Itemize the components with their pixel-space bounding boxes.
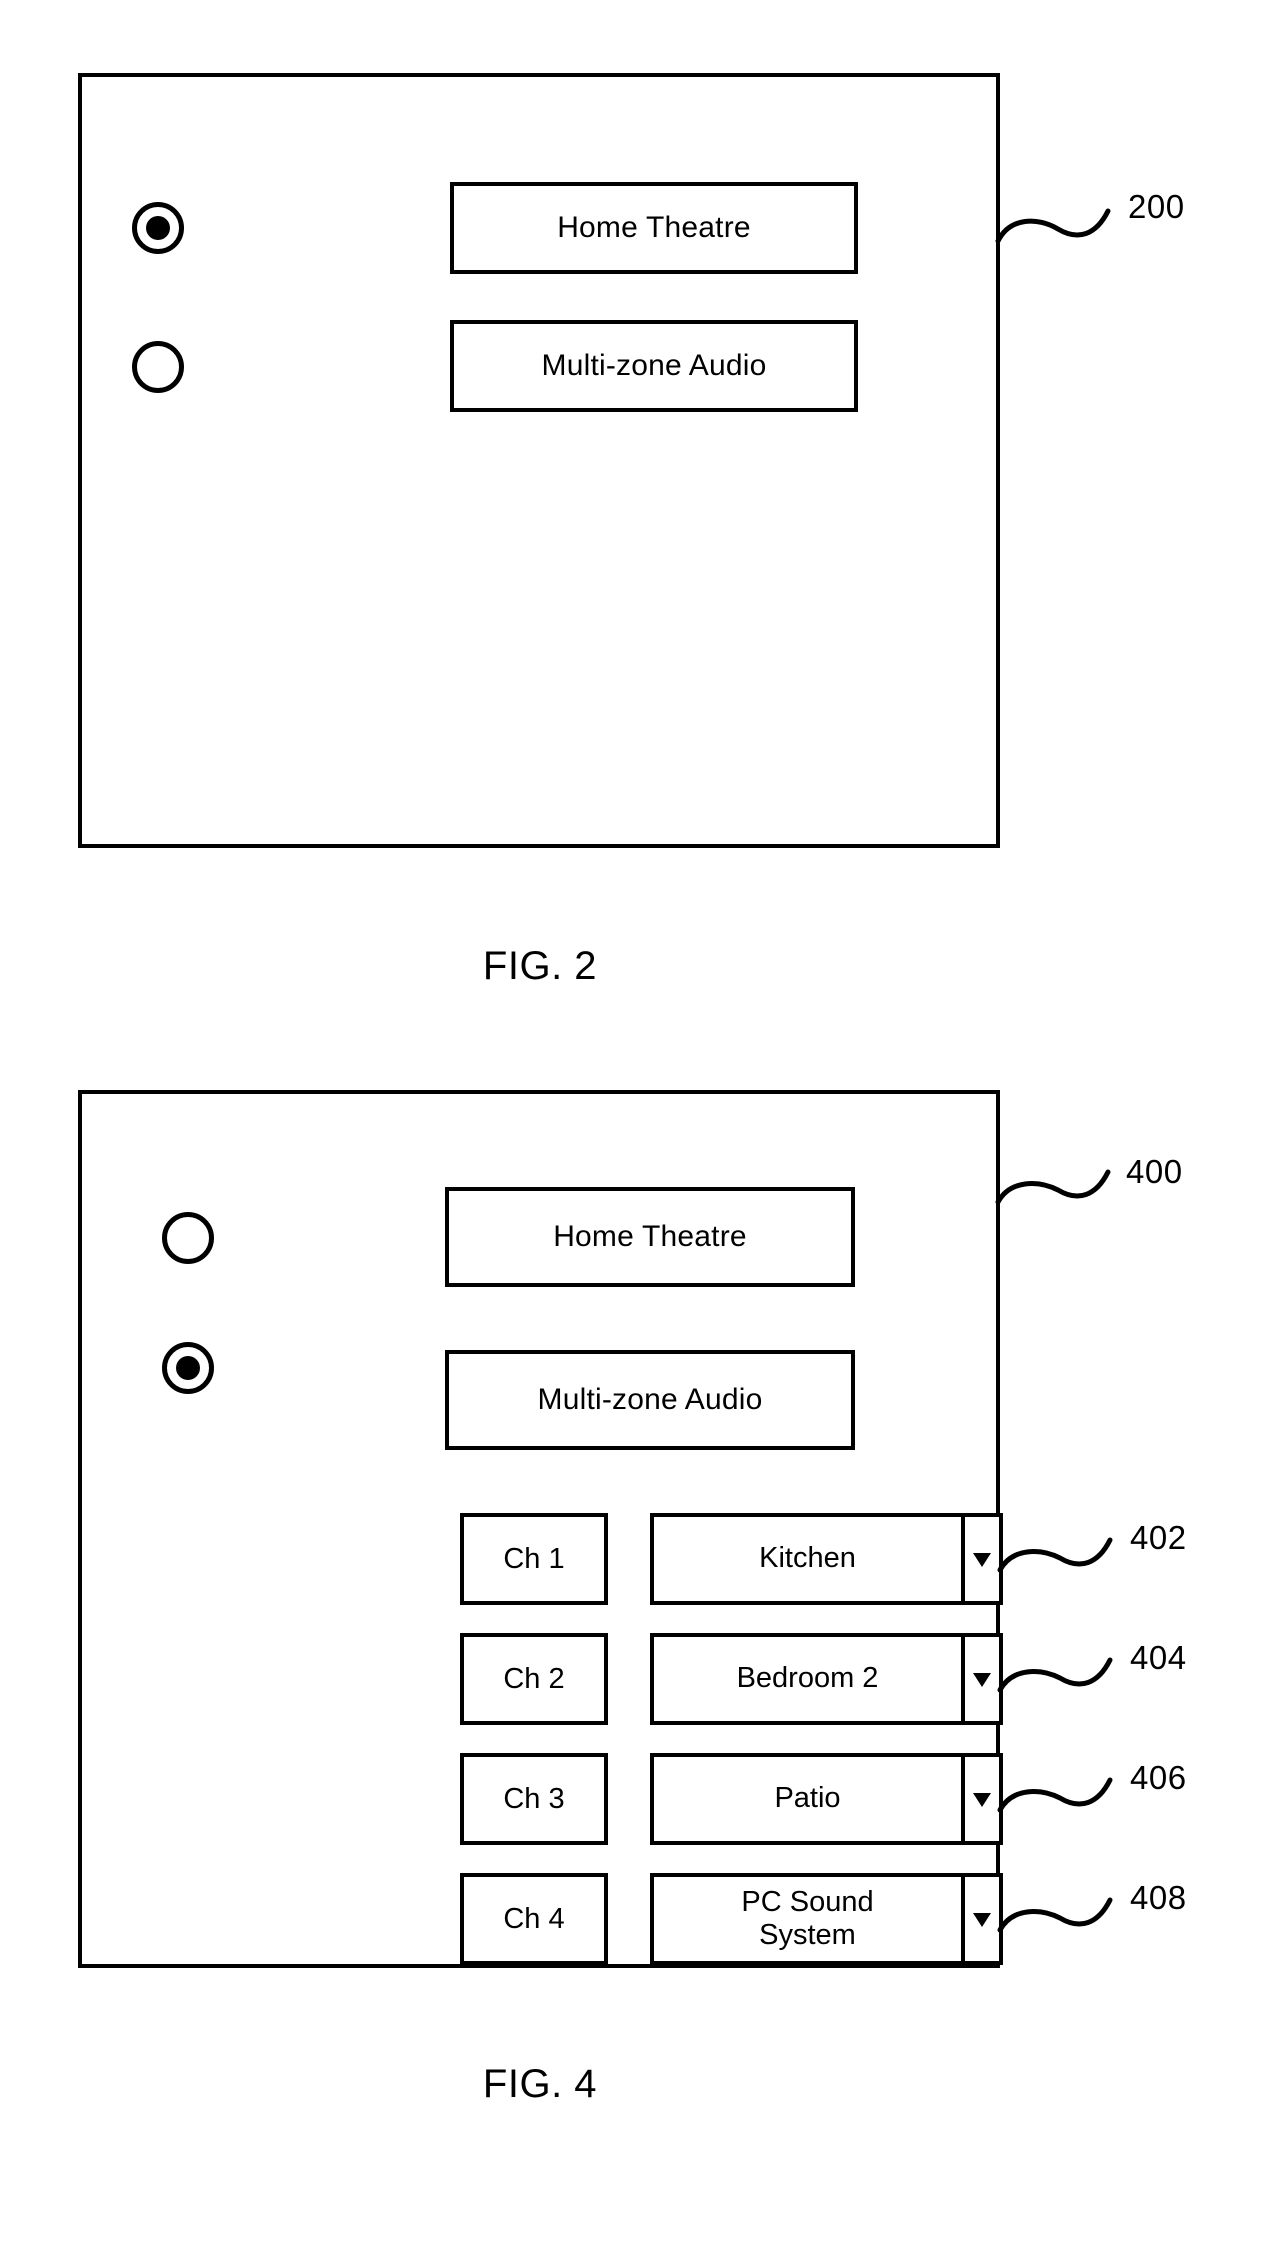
fig4-zone-dropdown-4-value: PC Sound System <box>741 1885 874 1951</box>
fig4-channel-tag-2: Ch 2 <box>460 1633 608 1725</box>
fig4-reference-numeral-406: 406 <box>1130 1759 1187 1796</box>
fig4-channel-tag-1: Ch 1 <box>460 1513 608 1605</box>
fig4-radio-multi-zone-audio[interactable] <box>162 1342 214 1394</box>
fig4-leader-line-400 <box>995 1160 1126 1216</box>
fig4-channel-tag-4-label: Ch 4 <box>503 1902 565 1935</box>
fig4-leader-line-404 <box>997 1648 1128 1704</box>
fig4-channel-tag-3-label: Ch 3 <box>503 1782 565 1815</box>
caret-down-icon[interactable] <box>961 1757 999 1841</box>
fig4-zone-dropdown-3-value: Patio <box>774 1782 841 1815</box>
fig4-reference-numeral-402: 402 <box>1130 1519 1187 1556</box>
fig4-zone-dropdown-3[interactable]: Patio <box>650 1753 1003 1845</box>
fig4-channel-tag-3: Ch 3 <box>460 1753 608 1845</box>
fig4-button-home-theatre-label: Home Theatre <box>553 1220 747 1254</box>
fig2-button-home-theatre[interactable]: Home Theatre <box>450 182 858 274</box>
fig4-zone-dropdown-1[interactable]: Kitchen <box>650 1513 1003 1605</box>
fig4-reference-numeral-404: 404 <box>1130 1639 1187 1676</box>
fig4-reference-numeral-408: 408 <box>1130 1879 1187 1916</box>
fig4-caption: FIG. 4 <box>482 2062 598 2106</box>
fig4-radio-home-theatre[interactable] <box>162 1212 214 1264</box>
patent-drawing-sheet: Home Theatre Multi-zone Audio 200 FIG. 2… <box>0 0 1287 2243</box>
caret-down-icon[interactable] <box>961 1517 999 1601</box>
fig4-channel-tag-4: Ch 4 <box>460 1873 608 1965</box>
caret-down-icon[interactable] <box>961 1637 999 1721</box>
fig4-button-multi-zone-audio[interactable]: Multi-zone Audio <box>445 1350 855 1450</box>
caret-down-icon[interactable] <box>961 1877 999 1961</box>
fig2-button-multi-zone-audio[interactable]: Multi-zone Audio <box>450 320 858 412</box>
fig4-button-multi-zone-audio-label: Multi-zone Audio <box>537 1383 763 1417</box>
fig4-channel-tag-2-label: Ch 2 <box>503 1662 565 1695</box>
fig2-button-multi-zone-audio-label: Multi-zone Audio <box>541 349 767 383</box>
fig2-reference-numeral-200: 200 <box>1128 188 1185 225</box>
fig4-leader-line-406 <box>997 1768 1128 1824</box>
fig4-channel-tag-1-label: Ch 1 <box>503 1542 565 1575</box>
fig4-leader-line-408 <box>997 1888 1128 1944</box>
fig4-zone-dropdown-2-value: Bedroom 2 <box>736 1662 879 1695</box>
fig2-radio-home-theatre[interactable] <box>132 202 184 254</box>
fig2-radio-multi-zone-audio[interactable] <box>132 341 184 393</box>
radio-selected-dot <box>176 1356 200 1380</box>
fig2-leader-line-200 <box>995 195 1126 255</box>
radio-selected-dot <box>146 216 170 240</box>
fig4-leader-line-402 <box>997 1528 1128 1584</box>
fig4-reference-numeral-400: 400 <box>1126 1153 1183 1190</box>
fig4-zone-dropdown-4[interactable]: PC Sound System <box>650 1873 1003 1965</box>
fig4-zone-dropdown-2[interactable]: Bedroom 2 <box>650 1633 1003 1725</box>
fig4-zone-dropdown-1-value: Kitchen <box>759 1542 856 1575</box>
fig2-button-home-theatre-label: Home Theatre <box>557 211 751 245</box>
fig2-caption: FIG. 2 <box>482 944 598 988</box>
fig4-button-home-theatre[interactable]: Home Theatre <box>445 1187 855 1287</box>
